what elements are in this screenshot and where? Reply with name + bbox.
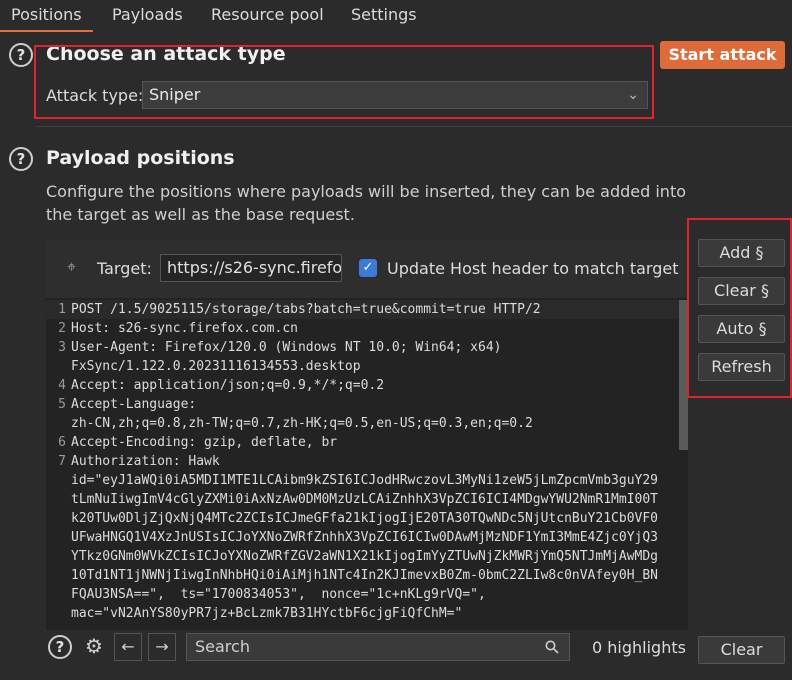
update-host-label: Update Host header to match target (387, 259, 679, 278)
request-line: 10Td1NT1jNWNjIiwgInNhbHQi0iAiMjh1NTc4In2… (71, 568, 658, 583)
search-input[interactable]: Search (186, 633, 570, 661)
request-line: FxSync/1.122.0.20231116134553.desktop (71, 359, 361, 374)
request-line: mac="vN2AnYS80yPR7jz+BcLzmk7B31HYctbF6cj… (71, 606, 463, 621)
payload-positions-description: Configure the positions where payloads w… (46, 182, 687, 224)
request-line: YTkz0GNm0WVkZCIsICJoYXNoZWRfZGV2aWN1X21k… (71, 549, 658, 564)
arrow-right-icon[interactable]: → (148, 633, 176, 661)
request-line: 4 Accept: application/json;q=0.9,*/*;q=0.… (58, 378, 385, 393)
request-line: zh-CN,zh;q=0.8,zh-TW;q=0.7,zh-HK;q=0.5,e… (71, 416, 533, 431)
tab-positions[interactable]: Positions (0, 0, 93, 32)
highlight-box-attack-type (34, 45, 654, 119)
request-line: tLmNuIiwgImV4cGlyZXMi0iAxNzAw0DM0MzUzLCA… (71, 492, 658, 507)
request-line: 6 Accept-Encoding: gzip, deflate, br (58, 435, 338, 450)
tab-resource-pool[interactable]: Resource pool (211, 0, 324, 30)
help-icon[interactable]: ? (9, 147, 33, 171)
target-input[interactable]: https://s26-sync.firefo (160, 254, 342, 282)
request-line: k20TUw0DljZjQxNjQ4MTc2ZCIsICJmeGFfa21kIj… (71, 511, 658, 526)
crosshair-icon: ⌖ (67, 257, 77, 276)
search-icon (545, 640, 559, 654)
highlight-box-side-buttons (687, 218, 792, 398)
help-icon[interactable]: ? (9, 43, 33, 67)
help-icon[interactable]: ? (48, 635, 72, 659)
target-label: Target: (97, 259, 152, 278)
top-tab-bar: Positions Payloads Resource pool Setting… (0, 0, 792, 32)
request-line: id="eyJ1aWQi0iA5MDI1MTE1LCAibm9kZSI6ICJo… (71, 473, 658, 488)
tab-payloads[interactable]: Payloads (112, 0, 183, 30)
gear-icon[interactable]: ⚙ (80, 633, 108, 661)
arrow-left-icon[interactable]: ← (114, 633, 142, 661)
clear-button[interactable]: Clear (698, 636, 785, 664)
request-line: 1 POST /1.5/9025115/storage/tabs?batch=tr… (46, 300, 680, 319)
request-line: 3 User-Agent: Firefox/120.0 (Windows NT 1… (58, 340, 502, 355)
request-line: 7 Authorization: Hawk (58, 454, 220, 469)
request-editor[interactable]: 1 POST /1.5/9025115/storage/tabs?batch=tr… (46, 300, 680, 630)
request-line: 5 Accept-Language: (58, 397, 197, 412)
highlights-count: 0 highlights (592, 638, 686, 657)
update-host-checkbox[interactable]: ✓ (359, 259, 377, 277)
start-attack-button[interactable]: Start attack (660, 41, 785, 69)
tab-settings[interactable]: Settings (351, 0, 417, 30)
section-divider (36, 126, 792, 127)
request-line: FQAU3NSA==", ts="1700834053", nonce="1c+… (71, 587, 486, 602)
payload-positions-title: Payload positions (46, 147, 235, 169)
request-line: 2 Host: s26-sync.firefox.com.cn (58, 321, 298, 336)
request-line: UFwaHNGQ1V4XzJnUSIsICJoYXNoZWRfZnhhX3VpZ… (71, 530, 658, 545)
